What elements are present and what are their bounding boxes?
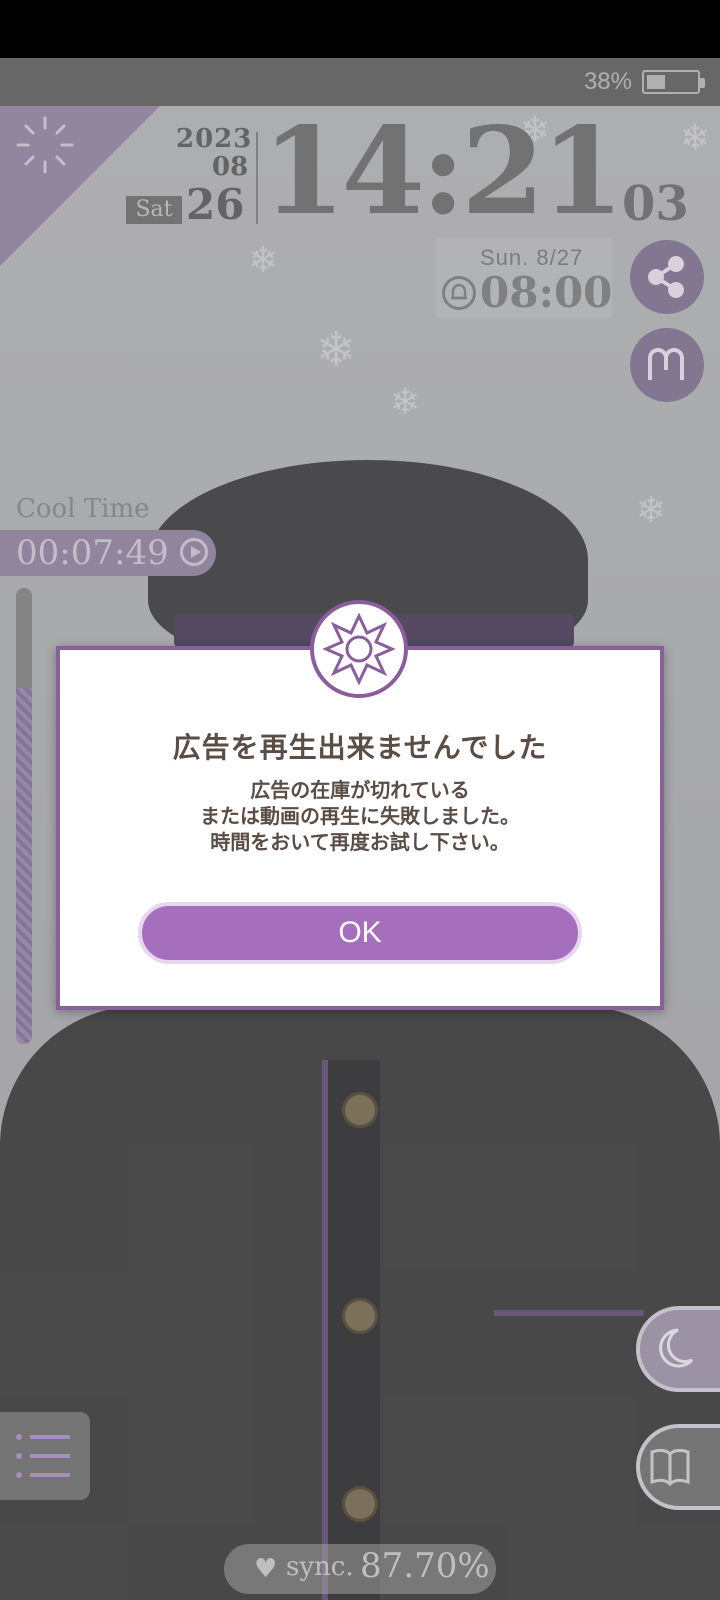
top-bezel xyxy=(0,0,720,58)
dialog-message-line: 広告の在庫が切れている xyxy=(250,778,470,802)
dialog-message-line: 時間をおいて再度お試し下さい。 xyxy=(210,830,510,854)
battery-icon xyxy=(642,70,705,94)
app-screen: 38% ❄ ❄ ❄ ❄ ❄ ❄ 2023 08 Sat 26 14:21 03 … xyxy=(0,0,720,1600)
battery-level xyxy=(647,75,666,89)
ok-button[interactable]: OK xyxy=(138,902,582,964)
dialog-title: 広告を再生出来ませんでした xyxy=(172,731,548,764)
battery-percent: 38% xyxy=(583,68,632,95)
dialog-message-line: または動画の再生に失敗しました。 xyxy=(200,804,520,828)
flower-logo-icon xyxy=(310,600,408,698)
